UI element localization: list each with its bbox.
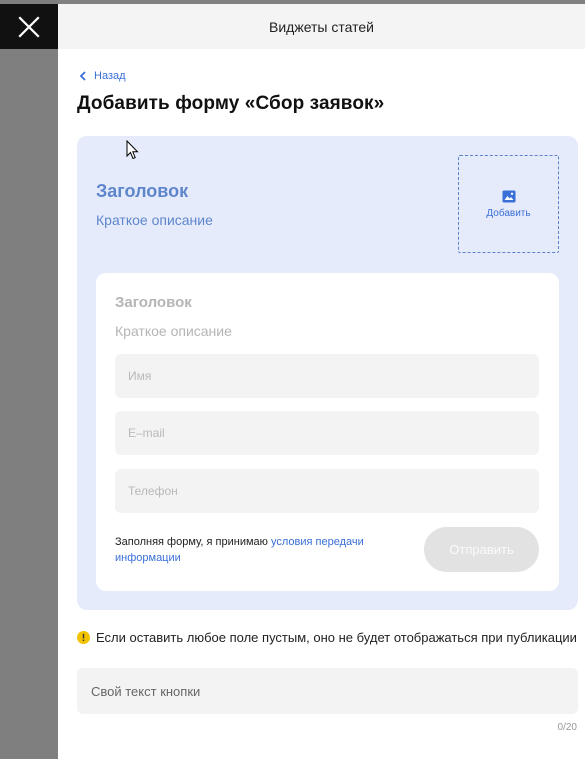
panel-header-title: Виджеты статей bbox=[269, 18, 374, 35]
consent-text: Заполняя форму, я принимаю условия перед… bbox=[115, 534, 395, 566]
back-link[interactable]: Назад bbox=[79, 70, 126, 82]
image-icon bbox=[502, 190, 515, 202]
panel-header: Виджеты статей bbox=[58, 4, 585, 49]
add-image-label: Добавить bbox=[486, 207, 531, 219]
email-field-placeholder: E–mail bbox=[128, 426, 165, 440]
button-text-input[interactable]: Свой текст кнопки bbox=[77, 668, 578, 714]
consent-label: Заполняя форму, я принимаю bbox=[115, 536, 271, 548]
phone-field[interactable]: Телефон bbox=[115, 469, 539, 513]
preview-subtitle[interactable]: Краткое описание bbox=[96, 212, 213, 228]
side-panel: Виджеты статей Назад Добавить форму «Сбо… bbox=[58, 4, 585, 759]
name-field[interactable]: Имя bbox=[115, 354, 539, 398]
modal-backdrop[interactable] bbox=[0, 0, 58, 759]
form-preview: Заголовок Краткое описание Добавить Заго… bbox=[77, 136, 578, 610]
close-button[interactable] bbox=[0, 4, 58, 49]
info-notice-text: Если оставить любое поле пустым, оно не … bbox=[96, 630, 577, 645]
back-link-label: Назад bbox=[94, 70, 126, 82]
name-field-placeholder: Имя bbox=[128, 369, 152, 383]
close-icon bbox=[18, 15, 40, 38]
add-image-button[interactable]: Добавить bbox=[458, 155, 559, 253]
info-icon bbox=[77, 631, 90, 644]
submit-button[interactable]: Отправить bbox=[424, 527, 539, 572]
preview-title[interactable]: Заголовок bbox=[96, 181, 188, 202]
page-title: Добавить форму «Сбор заявок» bbox=[77, 93, 385, 114]
form-card-title: Заголовок bbox=[115, 294, 192, 311]
info-notice: Если оставить любое поле пустым, оно не … bbox=[77, 630, 577, 645]
button-text-placeholder: Свой текст кнопки bbox=[91, 683, 201, 699]
submit-button-label: Отправить bbox=[449, 542, 514, 557]
char-counter: 0/20 bbox=[557, 722, 577, 733]
phone-field-placeholder: Телефон bbox=[128, 484, 178, 498]
mouse-pointer-icon bbox=[126, 140, 139, 160]
chevron-left-icon bbox=[79, 71, 86, 81]
email-field[interactable]: E–mail bbox=[115, 411, 539, 455]
form-card-subtitle: Краткое описание bbox=[115, 323, 232, 339]
form-card: Заголовок Краткое описание Имя E–mail Те… bbox=[96, 273, 559, 591]
